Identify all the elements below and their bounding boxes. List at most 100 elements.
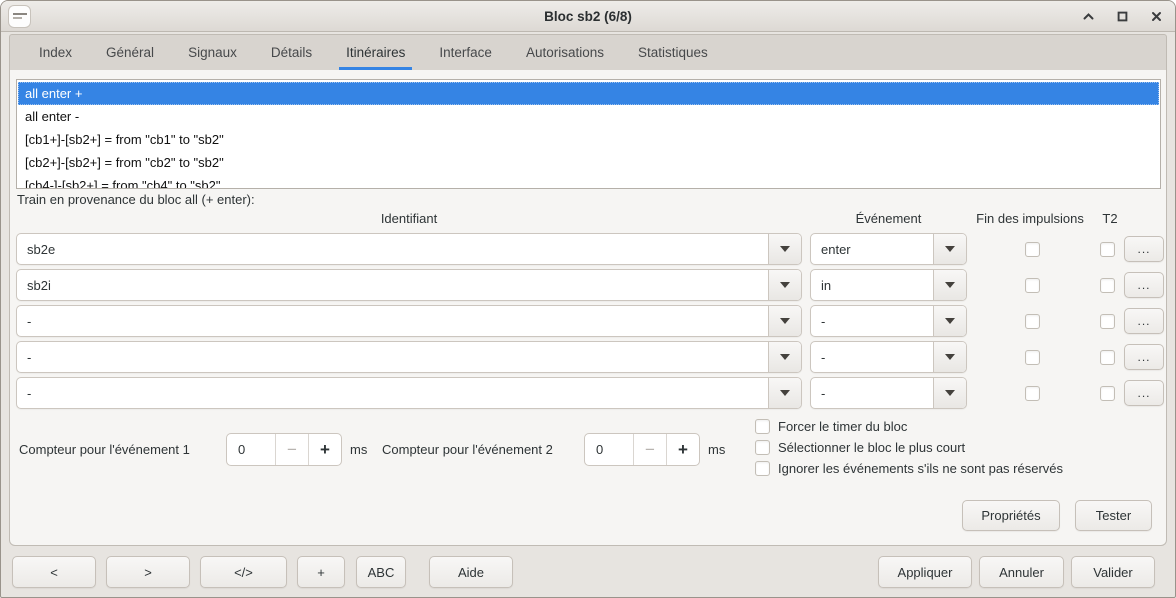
itineraires-page: all enter + all enter - [cb1+]-[sb2+] = … bbox=[9, 70, 1167, 546]
list-item[interactable]: [cb2+]-[sb2+] = from "cb2" to "sb2" bbox=[18, 151, 1159, 174]
identifiant-combo-row5[interactable]: - bbox=[16, 377, 802, 409]
identifiant-combo-row3[interactable]: - bbox=[16, 305, 802, 337]
chevron-down-icon[interactable] bbox=[933, 234, 966, 264]
counter2-value[interactable]: 0 bbox=[585, 434, 633, 465]
evenement-combo-row2[interactable]: in bbox=[810, 269, 967, 301]
more-button-row2[interactable]: ... bbox=[1124, 272, 1164, 298]
tab-itineraires[interactable]: Itinéraires bbox=[329, 35, 422, 70]
close-icon[interactable] bbox=[1147, 8, 1165, 26]
identifiant-value: sb2i bbox=[17, 270, 768, 300]
tab-interface[interactable]: Interface bbox=[422, 35, 509, 70]
tab-index[interactable]: Index bbox=[22, 35, 89, 70]
chevron-down-icon[interactable] bbox=[933, 306, 966, 336]
valider-button[interactable]: Valider bbox=[1071, 556, 1155, 588]
tab-label: Signaux bbox=[188, 45, 237, 60]
counter1-unit: ms bbox=[350, 442, 367, 457]
more-button-row4[interactable]: ... bbox=[1124, 344, 1164, 370]
t2-checkbox-row3[interactable] bbox=[1100, 314, 1115, 329]
identifiant-value: - bbox=[17, 342, 768, 372]
chevron-down-icon[interactable] bbox=[768, 378, 801, 408]
option-label: Ignorer les événements s'ils ne sont pas… bbox=[778, 461, 1063, 476]
proprietes-button[interactable]: Propriétés bbox=[962, 500, 1060, 531]
tab-label: Interface bbox=[439, 45, 492, 60]
t2-checkbox-row4[interactable] bbox=[1100, 350, 1115, 365]
list-item[interactable]: all enter - bbox=[18, 105, 1159, 128]
more-button-row1[interactable]: ... bbox=[1124, 236, 1164, 262]
counter2-spinbutton[interactable]: 0 − + bbox=[584, 433, 700, 466]
counter1-spinbutton[interactable]: 0 − + bbox=[226, 433, 342, 466]
window-title: Bloc sb2 (6/8) bbox=[1, 9, 1175, 24]
evenement-value: in bbox=[811, 270, 933, 300]
chevron-down-icon[interactable] bbox=[933, 270, 966, 300]
previous-button[interactable]: < bbox=[12, 556, 96, 588]
increment-icon[interactable]: + bbox=[308, 434, 341, 465]
chevron-down-icon[interactable] bbox=[768, 234, 801, 264]
counter1-label: Compteur pour l'événement 1 bbox=[19, 442, 190, 457]
column-header-fin-des-impulsions: Fin des impulsions bbox=[968, 211, 1092, 226]
add-button[interactable]: + bbox=[297, 556, 345, 588]
tab-label: Détails bbox=[271, 45, 312, 60]
appliquer-button[interactable]: Appliquer bbox=[878, 556, 972, 588]
tab-statistiques[interactable]: Statistiques bbox=[621, 35, 725, 70]
list-item[interactable]: all enter + bbox=[18, 82, 1159, 105]
minimize-icon[interactable] bbox=[1079, 8, 1097, 26]
list-item[interactable]: [cb4-]-[sb2+] = from "cb4" to "sb2" bbox=[18, 174, 1159, 189]
tab-autorisations[interactable]: Autorisations bbox=[509, 35, 621, 70]
option-ignorer-evenements: Ignorer les événements s'ils ne sont pas… bbox=[755, 459, 1063, 477]
maximize-icon[interactable] bbox=[1113, 8, 1131, 26]
t2-checkbox-row1[interactable] bbox=[1100, 242, 1115, 257]
counter1-value[interactable]: 0 bbox=[227, 434, 275, 465]
xml-button[interactable]: </> bbox=[200, 556, 287, 588]
chevron-down-icon[interactable] bbox=[768, 306, 801, 336]
identifiant-combo-row1[interactable]: sb2e bbox=[16, 233, 802, 265]
fin-impulsions-checkbox-row3[interactable] bbox=[1025, 314, 1040, 329]
column-header-identifiant: Identifiant bbox=[16, 211, 802, 226]
identifiant-combo-row4[interactable]: - bbox=[16, 341, 802, 373]
tab-bar: Index Général Signaux Détails Itinéraire… bbox=[9, 34, 1167, 70]
decrement-icon[interactable]: − bbox=[275, 434, 308, 465]
chevron-down-icon[interactable] bbox=[768, 270, 801, 300]
tab-label: Général bbox=[106, 45, 154, 60]
evenement-combo-row3[interactable]: - bbox=[810, 305, 967, 337]
tab-signaux[interactable]: Signaux bbox=[171, 35, 254, 70]
decrement-icon[interactable]: − bbox=[633, 434, 666, 465]
column-header-t2: T2 bbox=[1096, 211, 1124, 226]
more-button-row3[interactable]: ... bbox=[1124, 308, 1164, 334]
chevron-down-icon[interactable] bbox=[768, 342, 801, 372]
abc-button[interactable]: ABC bbox=[356, 556, 406, 588]
identifiant-combo-row2[interactable]: sb2i bbox=[16, 269, 802, 301]
identifiant-value: - bbox=[17, 378, 768, 408]
tab-label: Index bbox=[39, 45, 72, 60]
option-label: Forcer le timer du bloc bbox=[778, 419, 907, 434]
annuler-button[interactable]: Annuler bbox=[979, 556, 1064, 588]
chevron-down-icon[interactable] bbox=[933, 342, 966, 372]
bloc-plus-court-checkbox[interactable] bbox=[755, 440, 770, 455]
evenement-combo-row1[interactable]: enter bbox=[810, 233, 967, 265]
aide-button[interactable]: Aide bbox=[429, 556, 513, 588]
evenement-value: - bbox=[811, 378, 933, 408]
forcer-timer-checkbox[interactable] bbox=[755, 419, 770, 434]
fin-impulsions-checkbox-row2[interactable] bbox=[1025, 278, 1040, 293]
t2-checkbox-row5[interactable] bbox=[1100, 386, 1115, 401]
list-item[interactable]: [cb1+]-[sb2+] = from "cb1" to "sb2" bbox=[18, 128, 1159, 151]
evenement-combo-row4[interactable]: - bbox=[810, 341, 967, 373]
fin-impulsions-checkbox-row4[interactable] bbox=[1025, 350, 1040, 365]
fin-impulsions-checkbox-row5[interactable] bbox=[1025, 386, 1040, 401]
tab-general[interactable]: Général bbox=[89, 35, 171, 70]
tester-button[interactable]: Tester bbox=[1075, 500, 1152, 531]
tab-details[interactable]: Détails bbox=[254, 35, 329, 70]
option-forcer-timer: Forcer le timer du bloc bbox=[755, 417, 907, 435]
t2-checkbox-row2[interactable] bbox=[1100, 278, 1115, 293]
evenement-combo-row5[interactable]: - bbox=[810, 377, 967, 409]
tab-label: Itinéraires bbox=[346, 45, 405, 60]
ignorer-evenements-checkbox[interactable] bbox=[755, 461, 770, 476]
option-bloc-plus-court: Sélectionner le bloc le plus court bbox=[755, 438, 965, 456]
option-label: Sélectionner le bloc le plus court bbox=[778, 440, 965, 455]
next-button[interactable]: > bbox=[106, 556, 190, 588]
counter2-label: Compteur pour l'événement 2 bbox=[382, 442, 553, 457]
more-button-row5[interactable]: ... bbox=[1124, 380, 1164, 406]
chevron-down-icon[interactable] bbox=[933, 378, 966, 408]
fin-impulsions-checkbox-row1[interactable] bbox=[1025, 242, 1040, 257]
evenement-value: enter bbox=[811, 234, 933, 264]
increment-icon[interactable]: + bbox=[666, 434, 699, 465]
